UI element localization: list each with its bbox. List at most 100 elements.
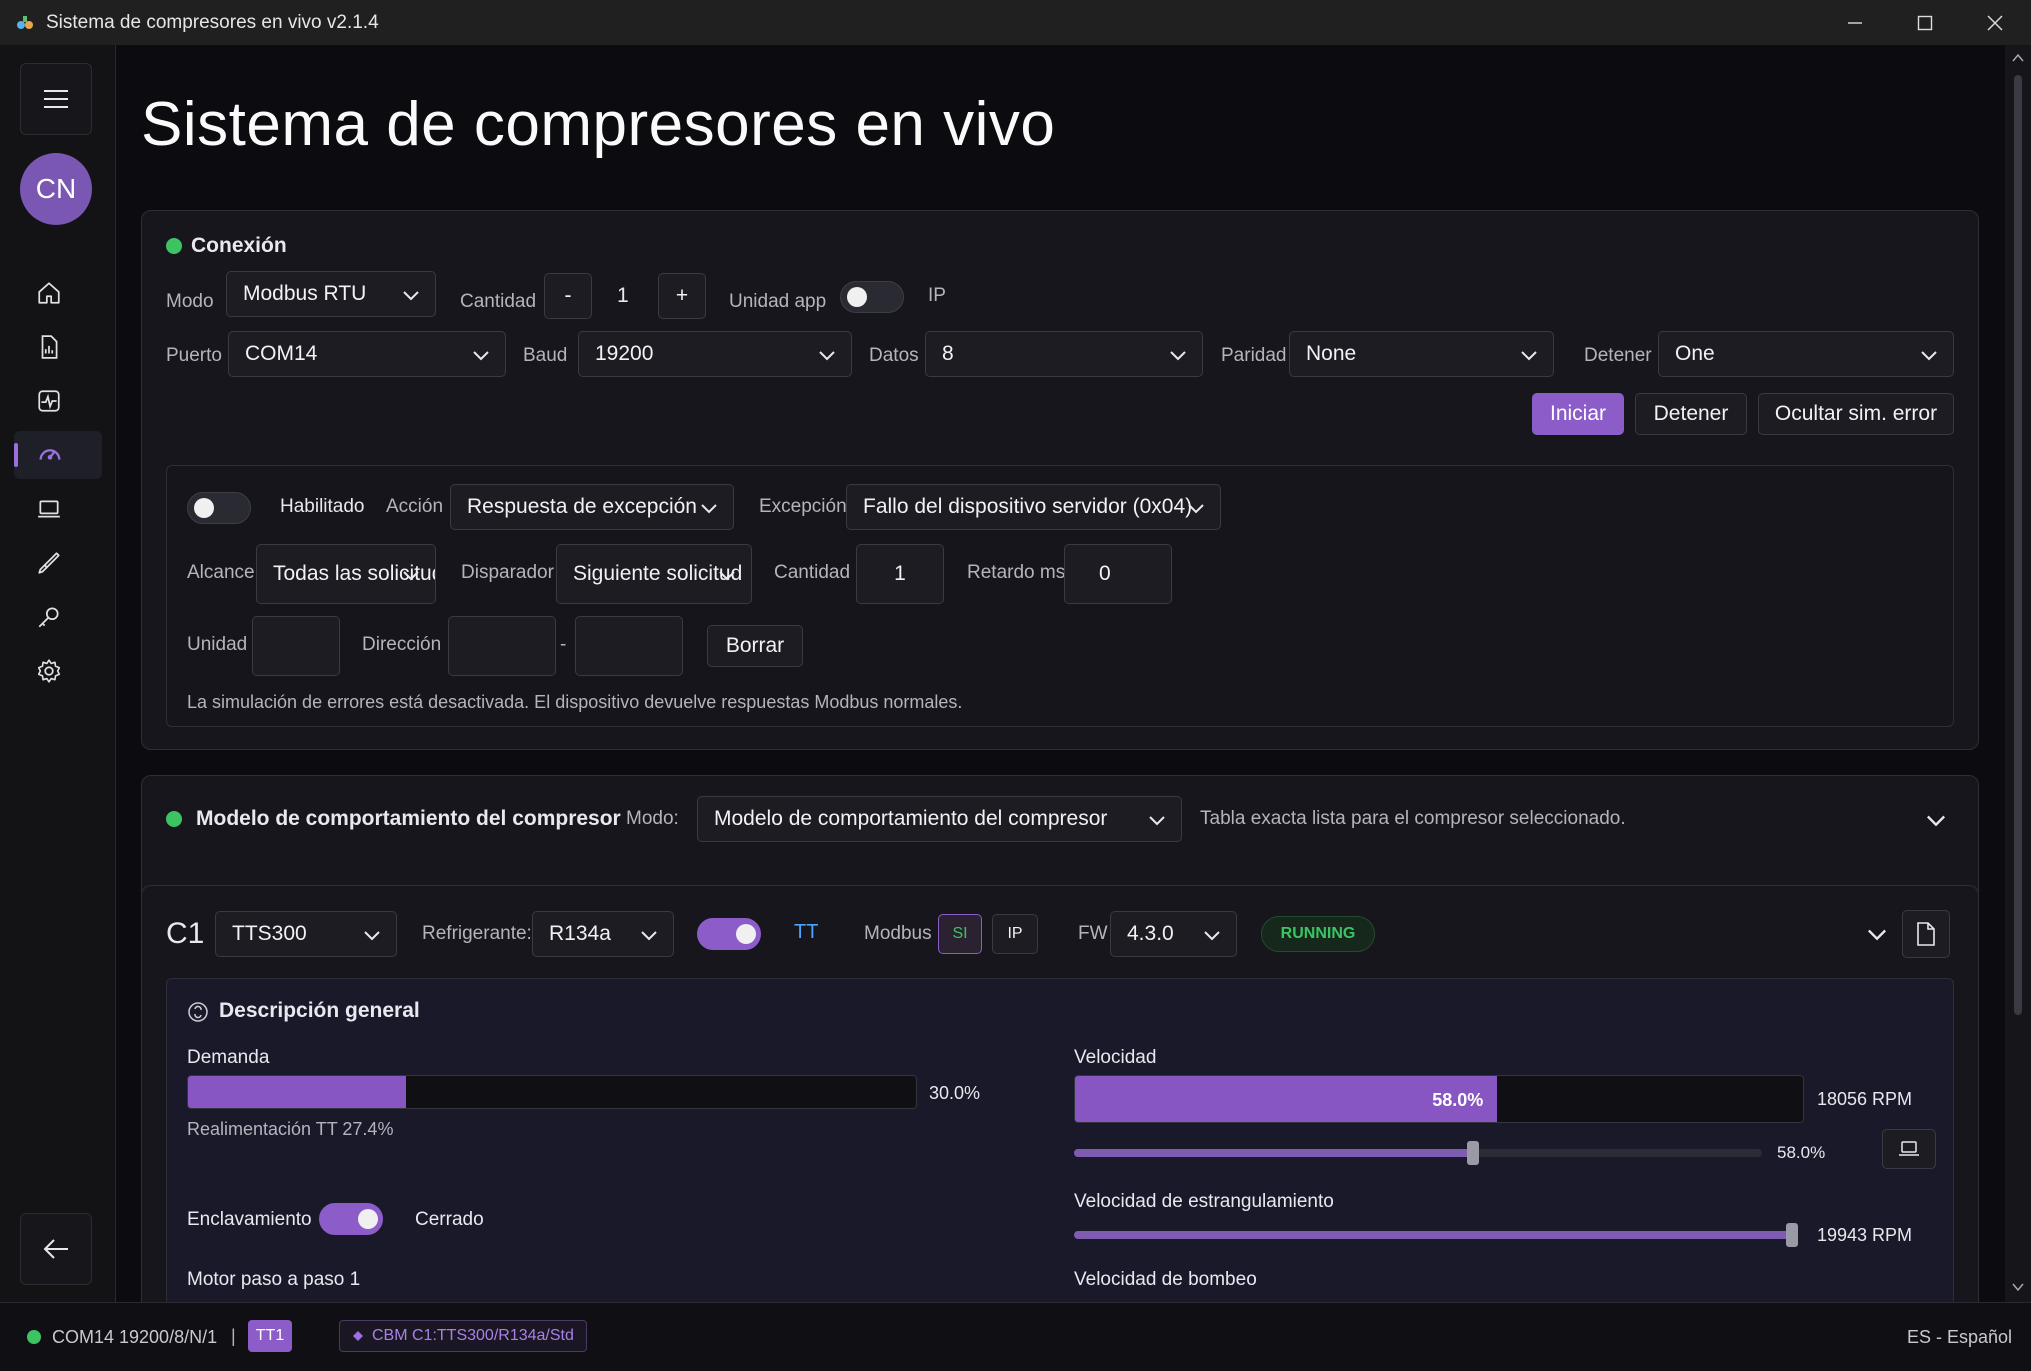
stop-bits-select[interactable]: One	[1658, 331, 1954, 377]
avatar[interactable]: CN	[20, 153, 92, 225]
address-separator: -	[560, 634, 567, 655]
report-icon	[41, 335, 58, 359]
clear-button[interactable]: Borrar	[707, 625, 803, 667]
nav-report[interactable]	[14, 323, 102, 371]
error-simulation-panel: Habilitado Acción Respuesta de excepción…	[166, 465, 1954, 727]
behavior-note: Tabla exacta lista para el compresor sel…	[1200, 808, 1626, 829]
port-label: Puerto	[166, 345, 222, 366]
count-label: Cantidad	[774, 562, 851, 583]
data-bits-select[interactable]: 8	[925, 331, 1203, 377]
nav-edit[interactable]	[14, 539, 102, 587]
nav-compressor[interactable]	[14, 431, 102, 479]
chevron-down-icon	[403, 571, 419, 581]
toggle-knob	[847, 287, 867, 307]
modbus-si-button[interactable]: SI	[938, 914, 982, 954]
quantity-increment-button[interactable]: +	[658, 273, 706, 319]
scroll-up-icon	[2012, 53, 2024, 62]
speed-bar-text: 58.0%	[1432, 1090, 1484, 1110]
speed-bar: 58.0%	[1074, 1075, 1804, 1123]
hamburger-menu-button[interactable]	[20, 63, 92, 135]
fw-select[interactable]: 4.3.0	[1110, 911, 1237, 957]
cbm-badge[interactable]: CBM C1:TTS300/R134a/Std	[339, 1320, 587, 1352]
exception-select[interactable]: Fallo del dispositivo servidor (0x04)	[846, 484, 1221, 530]
trigger-select[interactable]: Siguiente solicitud	[556, 544, 752, 604]
parity-select[interactable]: None	[1289, 331, 1554, 377]
scope-select[interactable]: Todas las solicitudes	[256, 544, 436, 604]
unit-input[interactable]	[252, 616, 340, 676]
stop-bits-label: Detener	[1584, 345, 1652, 366]
quantity-decrement-button[interactable]: -	[544, 273, 592, 319]
close-button[interactable]	[1960, 0, 2030, 45]
speed-monitor-button[interactable]	[1882, 1129, 1936, 1169]
mode-select[interactable]: Modbus RTU	[226, 271, 436, 317]
enabled-label: Habilitado	[280, 496, 365, 517]
scrollbar[interactable]	[2005, 45, 2031, 1302]
modbus-ip-button[interactable]: IP	[992, 914, 1038, 954]
choke-slider-thumb[interactable]	[1786, 1223, 1798, 1247]
hamburger-icon	[44, 90, 68, 108]
stop-button[interactable]: Detener	[1635, 393, 1747, 435]
speed-slider[interactable]	[1074, 1141, 1762, 1165]
compressor-model-select[interactable]: TTS300	[215, 911, 397, 957]
tt-badge[interactable]: TT1	[248, 1320, 292, 1352]
laptop-icon	[38, 500, 60, 518]
scrollbar-thumb[interactable]	[2014, 75, 2022, 1015]
delay-label: Retardo ms	[967, 562, 1066, 583]
unit-app-toggle[interactable]	[840, 281, 904, 313]
action-label: Acción	[386, 496, 444, 517]
choke-speed-rpm: 19943 RPM	[1817, 1225, 1913, 1245]
port-select[interactable]: COM14	[228, 331, 506, 377]
nav-tools[interactable]	[14, 593, 102, 641]
minimize-button[interactable]	[1820, 0, 1890, 45]
back-button[interactable]	[20, 1213, 92, 1285]
nav-monitor[interactable]	[14, 377, 102, 425]
hide-error-sim-button[interactable]: Ocultar sim. error	[1758, 393, 1954, 435]
scope-label: Alcance	[187, 562, 255, 583]
delay-input[interactable]: 0	[1064, 544, 1172, 604]
quantity-value[interactable]: 1	[617, 284, 629, 308]
behavior-status-dot	[166, 811, 182, 827]
port-value: COM14	[245, 342, 318, 365]
maximize-button[interactable]	[1890, 0, 1960, 45]
language-indicator[interactable]: ES - Español	[1907, 1327, 2012, 1348]
interlock-label: Enclavamiento	[187, 1209, 312, 1230]
connection-header: Conexión	[191, 234, 287, 257]
nav-device[interactable]	[14, 485, 102, 533]
demand-bar	[187, 1075, 917, 1109]
baud-select[interactable]: 19200	[578, 331, 852, 377]
trigger-label: Disparador	[461, 562, 554, 583]
speed-slider-fill	[1074, 1149, 1474, 1157]
count-input[interactable]: 1	[856, 544, 944, 604]
start-button[interactable]: Iniciar	[1532, 393, 1624, 435]
connection-status-dot	[166, 238, 182, 254]
address-from-input[interactable]	[448, 616, 556, 676]
nav-home[interactable]	[14, 269, 102, 317]
tt-label: TT	[794, 921, 819, 943]
document-button[interactable]	[1902, 910, 1950, 958]
nav-settings[interactable]	[14, 647, 102, 695]
parity-label: Paridad	[1221, 345, 1287, 366]
status-badge: RUNNING	[1261, 916, 1375, 952]
refrigerant-select[interactable]: R134a	[532, 911, 674, 957]
compressor-expand-button[interactable]	[1863, 920, 1891, 948]
tt-toggle[interactable]	[697, 918, 761, 950]
ip-label: IP	[928, 285, 946, 306]
key-icon	[38, 607, 59, 628]
behavior-mode-select[interactable]: Modelo de comportamiento del compresor	[697, 796, 1182, 842]
demand-bar-fill	[188, 1076, 407, 1108]
error-sim-enabled-toggle[interactable]	[187, 492, 251, 524]
status-separator: |	[231, 1326, 236, 1346]
toggle-knob	[736, 924, 756, 944]
speed-slider-thumb[interactable]	[1467, 1141, 1480, 1165]
action-select[interactable]: Respuesta de excepción	[450, 484, 734, 530]
choke-slider-fill	[1074, 1231, 1796, 1239]
data-bits-value: 8	[942, 342, 954, 365]
behavior-expand-button[interactable]	[1922, 806, 1950, 834]
gear-icon	[37, 659, 61, 683]
chevron-down-icon	[473, 351, 489, 361]
address-to-input[interactable]	[575, 616, 683, 676]
choke-speed-slider[interactable]	[1074, 1223, 1798, 1247]
interlock-toggle[interactable]	[319, 1203, 383, 1235]
overview-panel: Descripción general Demanda 30.0% Realim…	[166, 978, 1954, 1302]
stepper-label: Motor paso a paso 1	[187, 1269, 361, 1290]
